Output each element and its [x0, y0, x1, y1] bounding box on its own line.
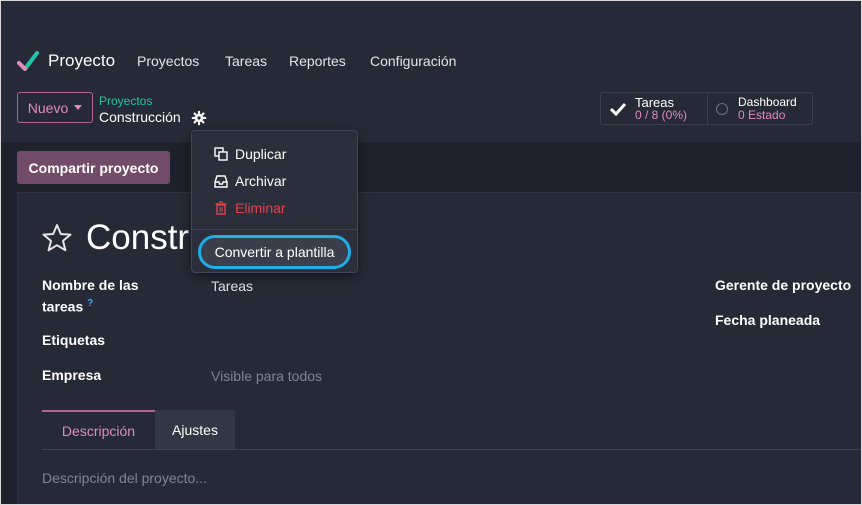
- stat-dashboard-value: 0 Estado: [738, 108, 786, 122]
- stat-tareas-value: 0 / 8 (0%): [635, 108, 688, 122]
- menu-item-archive[interactable]: Archivar: [214, 173, 286, 189]
- menu-divider: [192, 229, 357, 230]
- help-tooltip-icon[interactable]: ?: [87, 298, 93, 309]
- task-name-label-line2: tareas ?: [42, 298, 93, 315]
- menu-item-reportes[interactable]: Reportes: [289, 53, 346, 69]
- manager-label: Gerente de proyecto: [715, 277, 852, 293]
- company-field[interactable]: Visible para todos: [211, 368, 322, 384]
- tags-label: Etiquetas: [42, 332, 106, 348]
- app-logo-icon: [17, 51, 39, 71]
- top-navbar: [0, 0, 862, 90]
- gear-dropdown-menu: Duplicar Archivar Eliminar Convertir a p…: [191, 130, 358, 273]
- favorite-star-icon[interactable]: [41, 222, 73, 254]
- stat-button-dashboard[interactable]: Dashboard 0 Estado: [707, 93, 805, 124]
- trash-icon: [215, 201, 227, 215]
- task-name-label-text: tareas: [42, 298, 84, 315]
- archive-label: Archivar: [235, 173, 287, 189]
- menu-item-convert-to-template[interactable]: Convertir a plantilla: [198, 235, 351, 269]
- copy-icon: [214, 147, 228, 161]
- status-circle-icon: [716, 102, 728, 115]
- menu-item-tareas[interactable]: Tareas: [225, 53, 267, 69]
- record-title[interactable]: Constru: [86, 218, 206, 258]
- caret-down-icon: [74, 105, 83, 110]
- breadcrumb-parent[interactable]: Proyectos: [99, 94, 152, 108]
- menu-item-proyectos[interactable]: Proyectos: [137, 53, 199, 69]
- share-project-button[interactable]: Compartir proyecto: [17, 151, 170, 184]
- tabs-divider: [42, 449, 862, 450]
- task-name-label-line1: Nombre de las: [42, 277, 139, 293]
- menu-item-delete[interactable]: Eliminar: [214, 200, 286, 216]
- delete-label: Eliminar: [235, 200, 286, 216]
- new-button[interactable]: Nuevo: [17, 92, 93, 123]
- menu-item-duplicate[interactable]: Duplicar: [214, 146, 286, 162]
- tab-ajustes[interactable]: Ajustes: [155, 410, 235, 449]
- app-title[interactable]: Proyecto: [48, 51, 115, 71]
- menu-item-configuracion[interactable]: Configuración: [370, 53, 456, 69]
- check-icon: [609, 102, 627, 116]
- archive-icon: [214, 175, 228, 188]
- stat-buttons: Tareas 0 / 8 (0%) Dashboard 0 Estado: [600, 92, 813, 125]
- duplicate-label: Duplicar: [235, 146, 287, 162]
- new-button-label: Nuevo: [27, 99, 69, 116]
- task-name-field[interactable]: Tareas: [211, 278, 253, 294]
- planned-date-label: Fecha planeada: [715, 312, 821, 328]
- breadcrumb-current: Construcción: [99, 109, 181, 125]
- gear-icon[interactable]: [191, 110, 207, 126]
- stat-button-tareas[interactable]: Tareas 0 / 8 (0%): [601, 93, 707, 124]
- description-field[interactable]: Descripción del proyecto...: [42, 470, 207, 486]
- tab-descripcion[interactable]: Descripción: [42, 410, 155, 449]
- company-label: Empresa: [42, 367, 102, 383]
